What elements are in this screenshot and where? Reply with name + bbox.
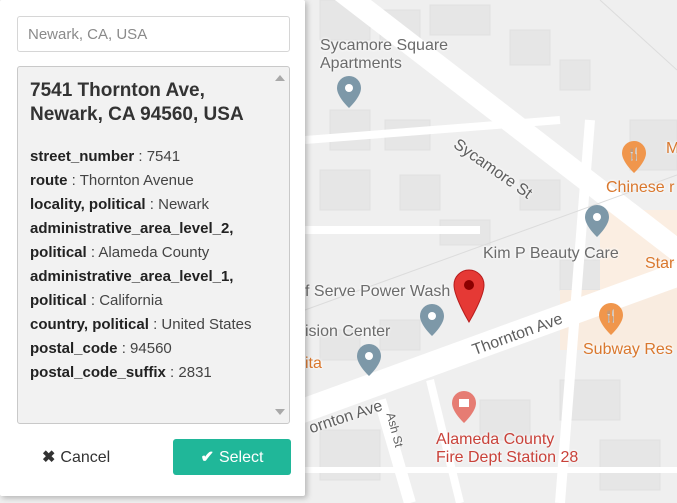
address-title-line-1: 7541 Thornton Ave, [30, 80, 205, 101]
detail-row: administrative_area_level_1, political :… [30, 268, 234, 309]
detail-row: postal_code : 94560 [30, 340, 172, 357]
address-title-line-2: Newark, CA 94560, USA [30, 104, 244, 125]
map-label-ita-fragment: ita [305, 355, 322, 372]
close-icon: ✖ [42, 449, 56, 466]
location-picker-panel: 7541 Thornton Ave, Newark, CA 94560, USA… [0, 0, 305, 496]
detail-row: postal_code_suffix : 2831 [30, 364, 212, 381]
detail-row: country, political : United States [30, 316, 252, 333]
map-label-fire-station-2: Fire Dept Station 28 [436, 449, 579, 466]
detail-key: locality, political [30, 196, 146, 213]
map-label-kim-beauty-care: Kim P Beauty Care [483, 245, 619, 262]
select-button[interactable]: ✔ Select [173, 439, 291, 475]
cancel-button-label: Cancel [60, 449, 111, 466]
map-label-vision-center: ision Center [305, 323, 391, 340]
detail-key: country, political [30, 316, 149, 333]
address-details-box[interactable]: 7541 Thornton Ave, Newark, CA 94560, USA… [17, 66, 290, 424]
detail-value: United States [161, 316, 252, 333]
map-label-star-fragment: Star [645, 255, 675, 272]
svg-text:🍴: 🍴 [627, 147, 642, 161]
detail-row: locality, political : Newark [30, 196, 209, 213]
detail-value: 94560 [130, 340, 172, 357]
map-label-subway: Subway Res [583, 341, 673, 358]
svg-text:🍴: 🍴 [604, 309, 619, 323]
map-label-sycamore-apartments: Sycamore Square [320, 37, 449, 54]
map-label-chinese-restaurant: Chinese r [606, 179, 675, 196]
detail-key: postal_code_suffix [30, 364, 166, 381]
detail-row: street_number : 7541 [30, 148, 181, 165]
detail-value: California [99, 292, 163, 309]
select-button-label: Select [218, 449, 264, 466]
search-input[interactable] [17, 16, 290, 52]
scroll-down-arrow-icon[interactable] [275, 409, 285, 415]
detail-row: route : Thornton Avenue [30, 172, 194, 189]
detail-row: administrative_area_level_2, political :… [30, 220, 234, 261]
map-label-fire-station: Alameda County [436, 431, 555, 448]
detail-value: 2831 [178, 364, 212, 381]
detail-key: postal_code [30, 340, 118, 357]
map-label-sycamore-apartments-2: Apartments [320, 55, 402, 72]
detail-value: Alameda County [98, 244, 210, 261]
check-icon: ✔ [200, 449, 214, 466]
map-label-power-wash: f Serve Power Wash [305, 283, 451, 300]
detail-value: Thornton Avenue [79, 172, 194, 189]
detail-value: 7541 [146, 148, 181, 165]
cancel-button[interactable]: ✖ Cancel [32, 439, 130, 475]
detail-key: route [30, 172, 68, 189]
detail-key: street_number [30, 148, 135, 165]
map-label-m-fragment: M [666, 140, 677, 157]
detail-value: Newark [158, 196, 209, 213]
scroll-up-arrow-icon[interactable] [275, 75, 285, 81]
address-title: 7541 Thornton Ave, Newark, CA 94560, USA [30, 79, 266, 127]
